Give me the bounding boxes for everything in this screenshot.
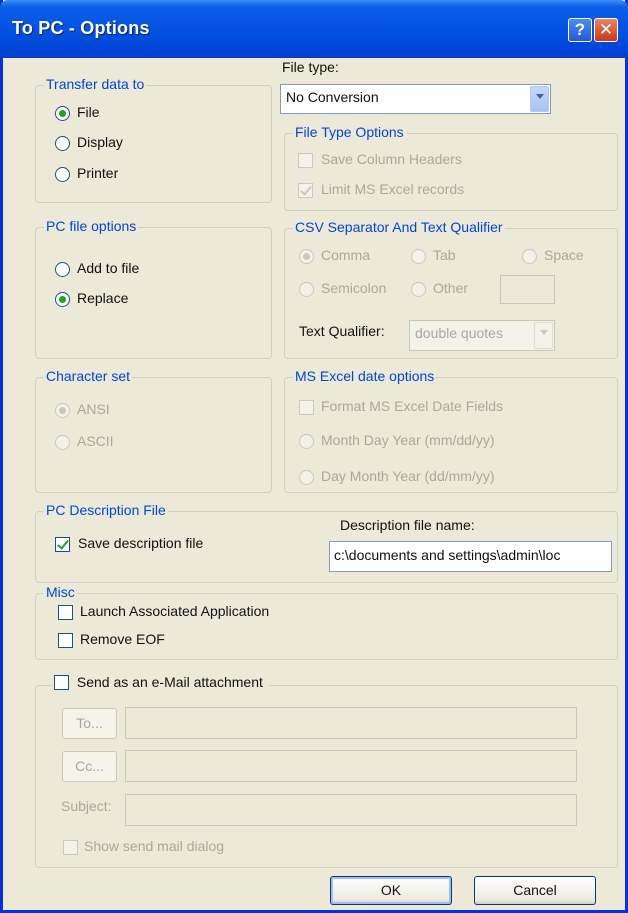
radio-replace[interactable]: [55, 292, 70, 307]
radio-dmy-label: Day Month Year (dd/mm/yy): [321, 468, 495, 484]
radio-printer-label[interactable]: Printer: [77, 165, 118, 181]
radio-display[interactable]: [55, 136, 70, 151]
radio-semicolon[interactable]: [299, 282, 314, 297]
cc-button[interactable]: Cc...: [62, 751, 117, 782]
radio-tab-label: Tab: [433, 247, 456, 263]
description-name-input[interactable]: c:\documents and settings\admin\loc: [329, 541, 612, 572]
other-separator-input[interactable]: [500, 275, 555, 304]
file-type-value: No Conversion: [286, 89, 379, 105]
pc-file-options-legend: PC file options: [44, 218, 139, 234]
file-type-label: File type:: [282, 59, 339, 75]
save-description-checkbox[interactable]: [55, 537, 70, 552]
radio-semicolon-label: Semicolon: [321, 280, 387, 296]
radio-file-label[interactable]: File: [77, 104, 100, 120]
file-type-select[interactable]: No Conversion: [280, 84, 551, 114]
csv-separator-legend: CSV Separator And Text Qualifier: [293, 219, 505, 235]
radio-display-label[interactable]: Display: [77, 134, 123, 150]
show-send-mail-checkbox[interactable]: [63, 840, 78, 855]
excel-date-legend: MS Excel date options: [293, 368, 437, 384]
radio-other-label: Other: [433, 280, 469, 296]
close-button[interactable]: ✕: [594, 18, 618, 42]
launch-app-checkbox[interactable]: [58, 605, 73, 620]
radio-ansi-label: ANSI: [77, 401, 110, 417]
limit-excel-checkbox[interactable]: [298, 183, 313, 198]
radio-comma[interactable]: [299, 249, 314, 264]
save-column-headers-checkbox[interactable]: [298, 153, 313, 168]
remove-eof-label[interactable]: Remove EOF: [80, 631, 165, 647]
radio-printer[interactable]: [55, 167, 70, 182]
title-bar[interactable]: To PC - Options ? ✕: [0, 0, 628, 58]
window-title: To PC - Options: [12, 18, 150, 38]
text-qualifier-select[interactable]: double quotes: [409, 320, 555, 351]
radio-space[interactable]: [522, 249, 537, 264]
text-qualifier-value: double quotes: [415, 325, 503, 341]
pc-file-options-group: PC file options: [35, 218, 272, 359]
help-button[interactable]: ?: [568, 18, 592, 42]
options-dialog: To PC - Options ? ✕ Transfer data to Fil…: [0, 0, 628, 913]
radio-replace-label[interactable]: Replace: [77, 290, 128, 306]
file-type-options-legend: File Type Options: [293, 124, 406, 140]
format-date-checkbox[interactable]: [299, 400, 314, 415]
ok-button[interactable]: OK: [330, 876, 452, 905]
radio-mdy-label: Month Day Year (mm/dd/yy): [321, 432, 495, 448]
format-date-label: Format MS Excel Date Fields: [321, 398, 504, 414]
subject-label: Subject:: [61, 798, 112, 814]
transfer-data-group: Transfer data to: [35, 76, 272, 203]
send-email-checkbox[interactable]: [54, 674, 69, 690]
misc-legend: Misc: [44, 584, 77, 600]
character-set-group: Character set: [35, 368, 272, 493]
description-name-value: c:\documents and settings\admin\loc: [334, 547, 561, 563]
radio-add-to-file-label[interactable]: Add to file: [77, 260, 139, 276]
description-file-legend: PC Description File: [44, 502, 168, 518]
radio-file[interactable]: [55, 106, 70, 121]
show-send-mail-label: Show send mail dialog: [84, 838, 225, 854]
radio-other[interactable]: [411, 282, 426, 297]
text-qualifier-label: Text Qualifier:: [299, 323, 385, 339]
file-type-options-group: File Type Options: [284, 124, 618, 211]
cc-input[interactable]: [125, 750, 577, 782]
limit-excel-label: Limit MS Excel records: [321, 181, 465, 197]
cancel-button[interactable]: Cancel: [474, 876, 596, 905]
save-column-headers-label: Save Column Headers: [321, 151, 462, 167]
to-button[interactable]: To...: [62, 708, 117, 739]
subject-input[interactable]: [125, 794, 577, 826]
radio-comma-label: Comma: [321, 247, 371, 263]
radio-ascii[interactable]: [55, 435, 70, 450]
to-input[interactable]: [125, 707, 577, 739]
launch-app-label[interactable]: Launch Associated Application: [80, 603, 269, 619]
radio-ascii-label: ASCII: [77, 433, 114, 449]
save-description-label[interactable]: Save description file: [78, 535, 203, 551]
radio-mdy[interactable]: [299, 434, 314, 449]
radio-space-label: Space: [544, 247, 584, 263]
radio-dmy[interactable]: [299, 470, 314, 485]
radio-tab[interactable]: [411, 249, 426, 264]
send-email-label[interactable]: Send as an e-Mail attachment: [77, 674, 263, 690]
email-legend: Send as an e-Mail attachment: [52, 674, 269, 691]
radio-ansi[interactable]: [55, 403, 70, 418]
chevron-down-icon[interactable]: [530, 86, 549, 112]
remove-eof-checkbox[interactable]: [58, 633, 73, 648]
chevron-down-icon[interactable]: [534, 322, 553, 349]
character-set-legend: Character set: [44, 368, 133, 384]
description-name-label: Description file name:: [340, 517, 475, 533]
transfer-data-legend: Transfer data to: [44, 76, 147, 92]
radio-add-to-file[interactable]: [55, 262, 70, 277]
